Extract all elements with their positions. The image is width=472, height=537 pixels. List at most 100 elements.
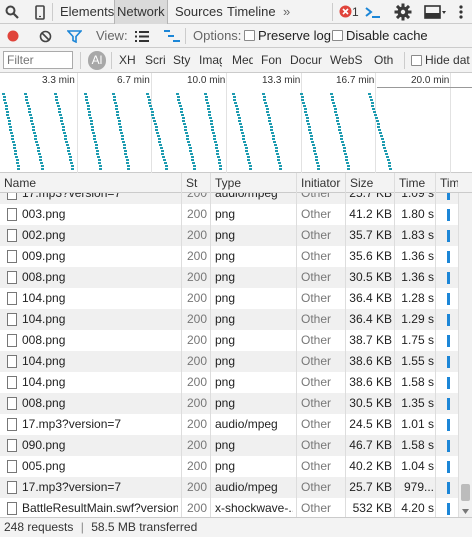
filter-all-button[interactable]: Al — [88, 51, 106, 70]
column-size[interactable]: Size — [346, 173, 394, 193]
more-icon[interactable] — [456, 4, 466, 20]
table-row[interactable]: 005.png 200 png Other 40.2 KB 1.04 s — [0, 456, 458, 477]
record-icon[interactable] — [6, 29, 20, 43]
request-initiator: Other — [301, 207, 332, 221]
more-tabs-button[interactable]: » — [281, 0, 292, 24]
column-status[interactable]: St — [182, 173, 210, 193]
overview-request-mark — [24, 93, 27, 95]
overview-request-mark — [372, 108, 376, 110]
request-name[interactable]: 009.png — [22, 246, 178, 267]
request-size: 30.5 KB — [349, 270, 392, 284]
request-name[interactable]: 002.png — [22, 225, 178, 246]
request-size: 35.6 KB — [349, 249, 392, 263]
table-row[interactable]: 090.png 200 png Other 46.7 KB 1.58 s — [0, 435, 458, 456]
dock-icon[interactable] — [424, 4, 446, 20]
request-name[interactable]: BattleResultMain.swf?version... — [22, 498, 178, 517]
filter-documents[interactable]: Docur — [290, 48, 322, 73]
table-row[interactable]: 104.png 200 png Other 36.4 KB 1.28 s — [0, 288, 458, 309]
request-name[interactable]: 008.png — [22, 330, 178, 351]
filter-websockets[interactable]: WebS — [330, 48, 364, 73]
overview-request-mark — [264, 102, 268, 104]
overview-request-mark — [211, 129, 215, 131]
preserve-log-label[interactable]: Preserve log — [258, 24, 331, 48]
disable-cache-checkbox[interactable] — [332, 30, 343, 41]
overview-request-mark — [330, 93, 333, 95]
overview-request-mark — [91, 129, 95, 131]
preserve-log-checkbox[interactable] — [244, 30, 255, 41]
overview-request-mark — [117, 120, 121, 122]
request-name[interactable]: 090.png — [22, 435, 178, 456]
request-name[interactable]: 17.mp3?version=7 — [22, 193, 178, 204]
overview-request-mark — [265, 108, 269, 110]
request-status: 200 — [187, 333, 208, 347]
table-row[interactable]: 104.png 200 png Other 36.4 KB 1.29 s — [0, 309, 458, 330]
column-type[interactable]: Type — [211, 173, 296, 193]
table-row[interactable]: 104.png 200 png Other 38.6 KB 1.55 s — [0, 351, 458, 372]
filter-fonts[interactable]: Fon — [261, 48, 282, 73]
tab-elements[interactable]: Elements — [58, 0, 116, 24]
scrollbar-thumb[interactable] — [461, 484, 470, 501]
column-name[interactable]: Name — [0, 173, 181, 193]
table-row[interactable]: 002.png 200 png Other 35.7 KB 1.83 s — [0, 225, 458, 246]
column-time[interactable]: Time — [395, 173, 435, 193]
list-view-icon[interactable] — [135, 30, 149, 42]
scrollbar[interactable] — [458, 193, 472, 517]
hide-data-urls-label[interactable]: Hide dat — [425, 48, 472, 73]
hide-data-urls-checkbox[interactable] — [411, 55, 422, 66]
filter-images[interactable]: Imag — [199, 48, 222, 73]
overview-request-mark — [373, 111, 377, 113]
table-row[interactable]: 008.png 200 png Other 30.5 KB 1.35 s — [0, 393, 458, 414]
device-mode-icon[interactable] — [33, 4, 47, 20]
file-icon — [7, 355, 17, 368]
table-row[interactable]: 104.png 200 png Other 38.6 KB 1.58 s — [0, 372, 458, 393]
request-name[interactable]: 104.png — [22, 372, 178, 393]
network-overview[interactable]: 3.3 min 6.7 min 10.0 min 13.3 min 16.7 m… — [0, 73, 472, 173]
disable-cache-label[interactable]: Disable cache — [346, 24, 428, 48]
filter-media[interactable]: Med — [232, 48, 253, 73]
filter-stylesheets[interactable]: Sty — [173, 48, 193, 73]
clear-icon[interactable] — [38, 29, 52, 43]
column-timeline[interactable]: Tim — [436, 173, 458, 193]
request-name[interactable]: 104.png — [22, 309, 178, 330]
filter-icon[interactable] — [66, 29, 82, 43]
request-name[interactable]: 104.png — [22, 288, 178, 309]
column-initiator[interactable]: Initiator — [297, 173, 345, 193]
tab-network[interactable]: Network — [114, 0, 168, 24]
overview-request-mark — [149, 105, 153, 107]
search-icon[interactable] — [4, 4, 20, 20]
filter-xhr[interactable]: XH — [119, 48, 139, 73]
request-name[interactable]: 104.png — [22, 351, 178, 372]
overview-request-mark — [185, 135, 189, 137]
gear-icon[interactable] — [394, 3, 412, 21]
filter-scripts[interactable]: Scri — [145, 48, 165, 73]
waterfall-bar — [447, 440, 450, 452]
tab-timeline[interactable]: Timeline — [225, 0, 278, 24]
request-type: png — [215, 228, 236, 242]
console-icon[interactable] — [364, 4, 382, 20]
request-name[interactable]: 17.mp3?version=7 — [22, 477, 178, 498]
table-row[interactable]: 003.png 200 png Other 41.2 KB 1.80 s — [0, 204, 458, 225]
waterfall-view-icon[interactable] — [164, 30, 180, 42]
filter-other[interactable]: Oth — [374, 48, 396, 73]
overview-request-mark — [156, 135, 160, 137]
request-name[interactable]: 17.mp3?version=7 — [22, 414, 178, 435]
table-row[interactable]: 17.mp3?version=7 200 audio/mpeg Other 25.7 K… — [0, 193, 458, 204]
overview-gridline — [151, 73, 152, 173]
table-row[interactable]: 17.mp3?version=7 200 audio/mpeg Other 24.5 K… — [0, 414, 458, 435]
request-status: 200 — [187, 291, 208, 305]
table-row[interactable]: BattleResultMain.swf?version... 200 x-shoc… — [0, 498, 458, 517]
request-name[interactable]: 003.png — [22, 204, 178, 225]
overview-request-mark — [302, 102, 306, 104]
overview-request-mark — [38, 156, 42, 158]
table-row[interactable]: 008.png 200 png Other 38.7 KB 1.75 s — [0, 330, 458, 351]
tab-sources[interactable]: Sources — [173, 0, 225, 24]
table-row[interactable]: 009.png 200 png Other 35.6 KB 1.36 s — [0, 246, 458, 267]
request-name[interactable]: 005.png — [22, 456, 178, 477]
filter-input[interactable] — [3, 51, 73, 69]
request-name[interactable]: 008.png — [22, 267, 178, 288]
request-name[interactable]: 008.png — [22, 393, 178, 414]
scroll-down-arrow-icon[interactable] — [461, 505, 470, 514]
error-count[interactable]: 1 — [350, 0, 361, 24]
table-row[interactable]: 17.mp3?version=7 200 audio/mpeg Other 25.7 K… — [0, 477, 458, 498]
table-row[interactable]: 008.png 200 png Other 30.5 KB 1.36 s — [0, 267, 458, 288]
